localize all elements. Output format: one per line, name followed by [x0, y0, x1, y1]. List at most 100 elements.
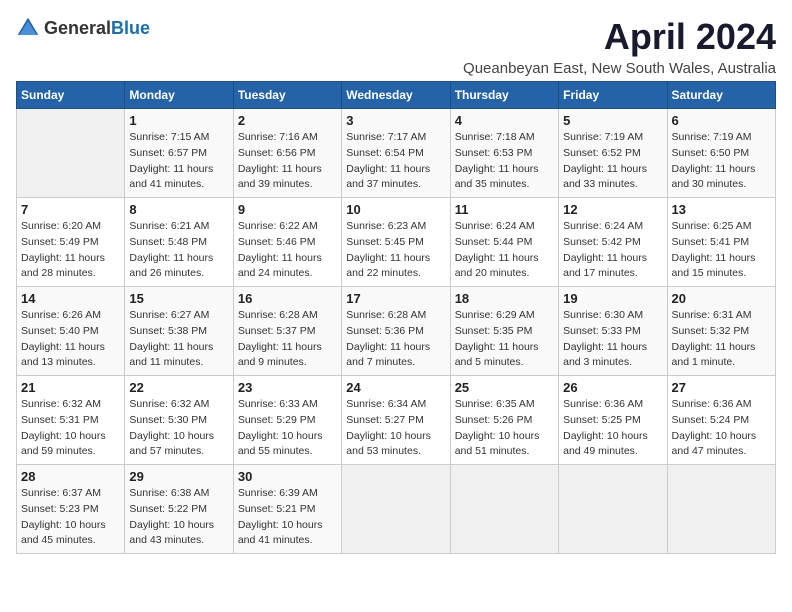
day-number: 4	[455, 113, 554, 128]
calendar-cell: 14 Sunrise: 6:26 AM Sunset: 5:40 PM Dayli…	[17, 287, 125, 376]
calendar-cell: 29 Sunrise: 6:38 AM Sunset: 5:22 PM Dayli…	[125, 465, 233, 554]
day-number: 14	[21, 291, 120, 306]
day-number: 7	[21, 202, 120, 217]
week-row-4: 21Sunrise: 6:32 AM Sunset: 5:31 PM Dayli…	[17, 376, 776, 465]
calendar-cell: 20 Sunrise: 6:31 AM Sunset: 5:32 PM Dayli…	[667, 287, 775, 376]
weekday-header-saturday: Saturday	[667, 82, 775, 109]
day-info: Sunrise: 7:18 AM Sunset: 6:53 PM Dayligh…	[455, 130, 554, 193]
day-number: 21	[21, 380, 120, 395]
calendar-cell: 13 Sunrise: 6:25 AM Sunset: 5:41 PM Dayli…	[667, 198, 775, 287]
day-info: Sunrise: 6:30 AM Sunset: 5:33 PM Dayligh…	[563, 308, 662, 371]
day-number: 27	[672, 380, 771, 395]
day-number: 24	[346, 380, 445, 395]
day-info: Sunrise: 6:23 AM Sunset: 5:45 PM Dayligh…	[346, 219, 445, 282]
day-number: 22	[129, 380, 228, 395]
weekday-header-friday: Friday	[559, 82, 667, 109]
calendar-cell: 11 Sunrise: 6:24 AM Sunset: 5:44 PM Dayli…	[450, 198, 558, 287]
day-info: Sunrise: 6:21 AM Sunset: 5:48 PM Dayligh…	[129, 219, 228, 282]
calendar-cell: 27 Sunrise: 6:36 AM Sunset: 5:24 PM Dayli…	[667, 376, 775, 465]
weekday-header-tuesday: Tuesday	[233, 82, 341, 109]
day-info: Sunrise: 6:37 AM Sunset: 5:23 PM Dayligh…	[21, 486, 120, 549]
day-number: 8	[129, 202, 228, 217]
calendar-cell: 16 Sunrise: 6:28 AM Sunset: 5:37 PM Dayli…	[233, 287, 341, 376]
day-number: 5	[563, 113, 662, 128]
calendar-cell: 8 Sunrise: 6:21 AM Sunset: 5:48 PM Daylig…	[125, 198, 233, 287]
calendar-cell: 5 Sunrise: 7:19 AM Sunset: 6:52 PM Daylig…	[559, 109, 667, 198]
calendar-cell: 19 Sunrise: 6:30 AM Sunset: 5:33 PM Dayli…	[559, 287, 667, 376]
calendar-cell: 1 Sunrise: 7:15 AM Sunset: 6:57 PM Daylig…	[125, 109, 233, 198]
week-row-5: 28 Sunrise: 6:37 AM Sunset: 5:23 PM Dayli…	[17, 465, 776, 554]
day-number: 19	[563, 291, 662, 306]
day-info: Sunrise: 6:35 AM Sunset: 5:26 PM Dayligh…	[455, 397, 554, 460]
day-info: Sunrise: 7:16 AM Sunset: 6:56 PM Dayligh…	[238, 130, 337, 193]
day-info: Sunrise: 6:36 AM Sunset: 5:24 PM Dayligh…	[672, 397, 771, 460]
calendar-cell: 17 Sunrise: 6:28 AM Sunset: 5:36 PM Dayli…	[342, 287, 450, 376]
calendar-cell: 24Sunrise: 6:34 AM Sunset: 5:27 PM Dayli…	[342, 376, 450, 465]
day-info: Sunrise: 7:15 AM Sunset: 6:57 PM Dayligh…	[129, 130, 228, 193]
day-number: 25	[455, 380, 554, 395]
day-number: 6	[672, 113, 771, 128]
calendar-cell: 28 Sunrise: 6:37 AM Sunset: 5:23 PM Dayli…	[17, 465, 125, 554]
calendar-cell	[17, 109, 125, 198]
day-info: Sunrise: 6:24 AM Sunset: 5:44 PM Dayligh…	[455, 219, 554, 282]
day-number: 28	[21, 469, 120, 484]
day-number: 16	[238, 291, 337, 306]
day-number: 1	[129, 113, 228, 128]
calendar-cell: 22Sunrise: 6:32 AM Sunset: 5:30 PM Dayli…	[125, 376, 233, 465]
calendar-cell: 15 Sunrise: 6:27 AM Sunset: 5:38 PM Dayli…	[125, 287, 233, 376]
day-number: 9	[238, 202, 337, 217]
day-number: 18	[455, 291, 554, 306]
day-info: Sunrise: 6:26 AM Sunset: 5:40 PM Dayligh…	[21, 308, 120, 371]
day-info: Sunrise: 6:36 AM Sunset: 5:25 PM Dayligh…	[563, 397, 662, 460]
calendar-cell: 18 Sunrise: 6:29 AM Sunset: 5:35 PM Dayli…	[450, 287, 558, 376]
day-info: Sunrise: 6:31 AM Sunset: 5:32 PM Dayligh…	[672, 308, 771, 371]
calendar-cell	[559, 465, 667, 554]
day-info: Sunrise: 6:39 AM Sunset: 5:21 PM Dayligh…	[238, 486, 337, 549]
calendar-cell: 25 Sunrise: 6:35 AM Sunset: 5:26 PM Dayli…	[450, 376, 558, 465]
day-number: 15	[129, 291, 228, 306]
logo-blue: Blue	[111, 18, 150, 38]
calendar-cell: 23Sunrise: 6:33 AM Sunset: 5:29 PM Dayli…	[233, 376, 341, 465]
day-number: 2	[238, 113, 337, 128]
day-info: Sunrise: 6:24 AM Sunset: 5:42 PM Dayligh…	[563, 219, 662, 282]
calendar-cell	[667, 465, 775, 554]
calendar-cell: 10 Sunrise: 6:23 AM Sunset: 5:45 PM Dayli…	[342, 198, 450, 287]
week-row-3: 14 Sunrise: 6:26 AM Sunset: 5:40 PM Dayli…	[17, 287, 776, 376]
day-info: Sunrise: 6:22 AM Sunset: 5:46 PM Dayligh…	[238, 219, 337, 282]
day-number: 29	[129, 469, 228, 484]
day-info: Sunrise: 6:28 AM Sunset: 5:36 PM Dayligh…	[346, 308, 445, 371]
calendar-cell: 12 Sunrise: 6:24 AM Sunset: 5:42 PM Dayli…	[559, 198, 667, 287]
day-info: Sunrise: 6:29 AM Sunset: 5:35 PM Dayligh…	[455, 308, 554, 371]
subtitle: Queanbeyan East, New South Wales, Austra…	[463, 60, 776, 77]
day-number: 12	[563, 202, 662, 217]
day-number: 20	[672, 291, 771, 306]
day-number: 10	[346, 202, 445, 217]
logo: GeneralBlue	[16, 16, 150, 40]
calendar-table: SundayMondayTuesdayWednesdayThursdayFrid…	[16, 81, 776, 554]
header-section: GeneralBlue April 2024 Queanbeyan East, …	[16, 16, 776, 77]
calendar-cell: 7Sunrise: 6:20 AM Sunset: 5:49 PM Daylig…	[17, 198, 125, 287]
day-info: Sunrise: 6:28 AM Sunset: 5:37 PM Dayligh…	[238, 308, 337, 371]
day-number: 30	[238, 469, 337, 484]
day-info: Sunrise: 6:38 AM Sunset: 5:22 PM Dayligh…	[129, 486, 228, 549]
weekday-header-thursday: Thursday	[450, 82, 558, 109]
day-number: 13	[672, 202, 771, 217]
day-info: Sunrise: 7:19 AM Sunset: 6:52 PM Dayligh…	[563, 130, 662, 193]
calendar-cell: 9 Sunrise: 6:22 AM Sunset: 5:46 PM Daylig…	[233, 198, 341, 287]
day-number: 17	[346, 291, 445, 306]
day-info: Sunrise: 6:27 AM Sunset: 5:38 PM Dayligh…	[129, 308, 228, 371]
weekday-header-sunday: Sunday	[17, 82, 125, 109]
day-info: Sunrise: 6:25 AM Sunset: 5:41 PM Dayligh…	[672, 219, 771, 282]
calendar-cell	[342, 465, 450, 554]
week-row-2: 7Sunrise: 6:20 AM Sunset: 5:49 PM Daylig…	[17, 198, 776, 287]
day-info: Sunrise: 7:19 AM Sunset: 6:50 PM Dayligh…	[672, 130, 771, 193]
calendar-cell	[450, 465, 558, 554]
day-info: Sunrise: 6:33 AM Sunset: 5:29 PM Dayligh…	[238, 397, 337, 460]
day-number: 26	[563, 380, 662, 395]
weekday-header-wednesday: Wednesday	[342, 82, 450, 109]
title-block: April 2024 Queanbeyan East, New South Wa…	[463, 16, 776, 77]
calendar-cell: 21Sunrise: 6:32 AM Sunset: 5:31 PM Dayli…	[17, 376, 125, 465]
week-row-1: 1 Sunrise: 7:15 AM Sunset: 6:57 PM Daylig…	[17, 109, 776, 198]
calendar-cell: 6 Sunrise: 7:19 AM Sunset: 6:50 PM Daylig…	[667, 109, 775, 198]
day-number: 11	[455, 202, 554, 217]
